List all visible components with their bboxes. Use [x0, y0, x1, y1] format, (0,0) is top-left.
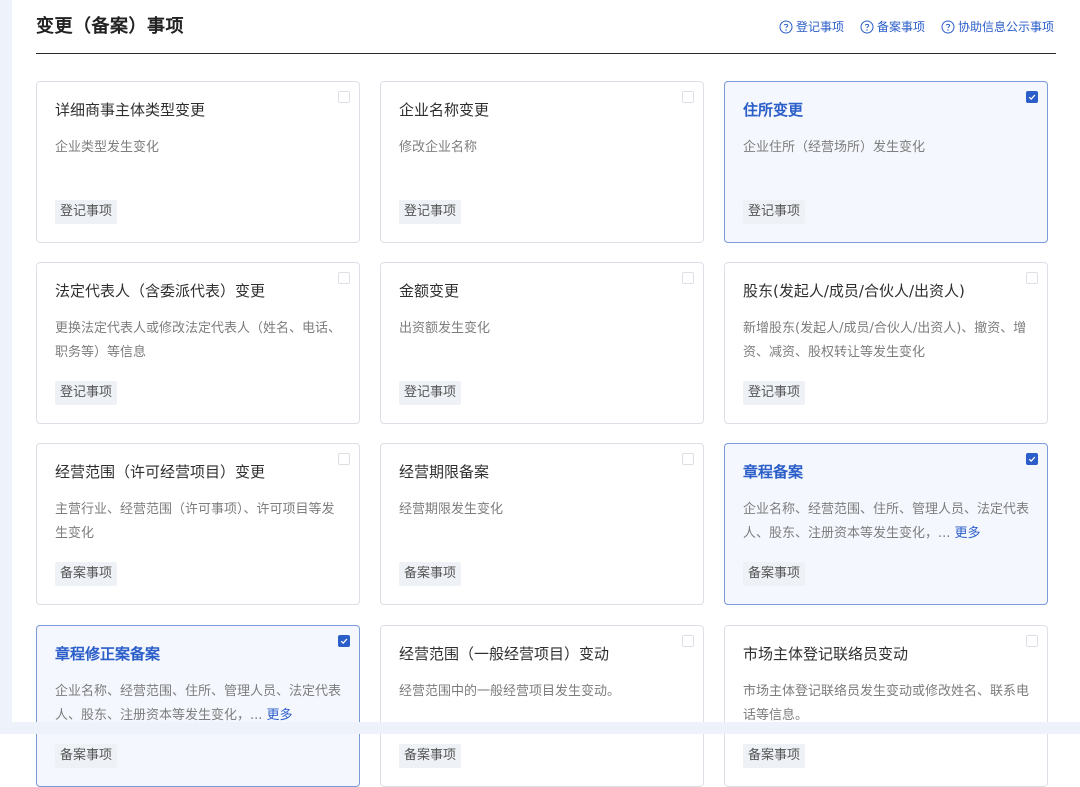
card-shareholder-change[interactable]: 股东(发起人/成员/合伙人/出资人) 新增股东(发起人/成员/合伙人/出资人)、…: [724, 262, 1048, 424]
card-description-text: 企业住所（经营场所）发生变化: [743, 140, 926, 155]
card-description: 企业名称、经营范围、住所、管理人员、法定代表人、股东、注册资本等发生变化，...…: [743, 498, 1029, 546]
card-general-scope-change[interactable]: 经营范围（一般经营项目）变动 经营范围中的一般经营项目发生变动。 备案事项: [380, 625, 704, 787]
card-description: 经营范围中的一般经营项目发生变动。: [399, 680, 685, 728]
card-description-text: 经营范围中的一般经营项目发生变动。: [399, 684, 621, 699]
page-title: 变更（备案）事项: [36, 16, 184, 37]
card-title: 市场主体登记联络员变动: [743, 645, 909, 663]
card-legal-rep-change[interactable]: 法定代表人（含委派代表）变更 更换法定代表人或修改法定代表人（姓名、电话、职务等…: [36, 262, 360, 424]
card-description-text: 主营行业、经营范围（许可事项）、许可项目等发生变化: [55, 502, 335, 541]
card-description: 经营期限发生变化: [399, 498, 685, 546]
card-checkbox[interactable]: [338, 635, 350, 647]
card-operating-term-filing[interactable]: 经营期限备案 经营期限发生变化 备案事项: [380, 443, 704, 605]
category-tag: 登记事项: [743, 381, 806, 405]
card-amount-change[interactable]: 金额变更 出资额发生变化 登记事项: [380, 262, 704, 424]
card-description: 修改企业名称: [399, 136, 685, 184]
card-title: 经营期限备案: [399, 463, 490, 481]
card-description: 新增股东(发起人/成员/合伙人/出资人)、撤资、增资、减资、股权转让等发生变化: [743, 317, 1029, 365]
question-circle-icon: [941, 20, 955, 33]
card-checkbox[interactable]: [1026, 635, 1038, 647]
check-icon: [1028, 94, 1036, 101]
card-description-text: 企业名称、经营范围、住所、管理人员、法定代表人、股东、注册资本等发生变化，...: [55, 684, 341, 723]
category-tag: 备案事项: [55, 744, 118, 768]
card-title: 经营范围（许可经营项目）变更: [55, 463, 266, 481]
card-articles-amendment-filing[interactable]: 章程修正案备案 企业名称、经营范围、住所、管理人员、法定代表人、股东、注册资本等…: [36, 625, 360, 787]
card-checkbox[interactable]: [338, 272, 350, 284]
category-tag: 登记事项: [399, 381, 462, 405]
question-circle-icon: [779, 20, 793, 33]
help-links: 登记事项 备案事项 协助信息公示事项: [779, 18, 1054, 35]
help-link-label: 登记事项: [795, 20, 844, 34]
category-tag: 登记事项: [55, 200, 118, 224]
more-link[interactable]: 更多: [955, 526, 981, 541]
card-title: 住所变更: [743, 101, 804, 119]
card-title: 详细商事主体类型变更: [55, 101, 206, 119]
category-tag: 备案事项: [743, 744, 806, 768]
category-tag: 备案事项: [399, 562, 462, 586]
question-circle-icon: [860, 20, 874, 33]
category-tag: 备案事项: [743, 562, 806, 586]
card-business-type-change[interactable]: 详细商事主体类型变更 企业类型发生变化 登记事项: [36, 81, 360, 243]
card-description-text: 市场主体登记联络员发生变动或修改姓名、联系电话等信息。: [743, 684, 1029, 723]
card-title: 章程备案: [743, 463, 804, 481]
card-description-text: 修改企业名称: [399, 140, 478, 155]
card-description: 出资额发生变化: [399, 317, 685, 365]
card-description-text: 企业名称、经营范围、住所、管理人员、法定代表人、股东、注册资本等发生变化，...: [743, 502, 1029, 541]
bottom-edge: [0, 722, 1080, 734]
card-description-text: 出资额发生变化: [399, 321, 491, 336]
card-description-text: 新增股东(发起人/成员/合伙人/出资人)、撤资、增资、减资、股权转让等发生变化: [743, 321, 1027, 360]
card-title: 经营范围（一般经营项目）变动: [399, 645, 610, 663]
card-description-text: 更换法定代表人或修改法定代表人（姓名、电话、职务等）等信息: [55, 321, 341, 360]
card-checkbox[interactable]: [682, 635, 694, 647]
card-company-name-change[interactable]: 企业名称变更 修改企业名称 登记事项: [380, 81, 704, 243]
check-icon: [1028, 456, 1036, 463]
card-description-text: 经营期限发生变化: [399, 502, 504, 517]
card-description: 主营行业、经营范围（许可事项）、许可项目等发生变化: [55, 498, 341, 546]
help-link-label: 备案事项: [876, 20, 925, 34]
card-checkbox[interactable]: [1026, 453, 1038, 465]
card-checkbox[interactable]: [682, 453, 694, 465]
help-link-disclosure[interactable]: 协助信息公示事项: [941, 18, 1054, 35]
card-title: 章程修正案备案: [55, 645, 161, 663]
card-checkbox[interactable]: [1026, 272, 1038, 284]
card-title: 企业名称变更: [399, 101, 490, 119]
section-header: 变更（备案）事项 登记事项 备案事项 协助信息公示事项: [36, 0, 1056, 54]
card-title: 法定代表人（含委派代表）变更: [55, 282, 266, 300]
card-checkbox[interactable]: [338, 453, 350, 465]
help-link-filing[interactable]: 备案事项: [860, 18, 925, 35]
card-liaison-change[interactable]: 市场主体登记联络员变动 市场主体登记联络员发生变动或修改姓名、联系电话等信息。 …: [724, 625, 1048, 787]
card-description: 市场主体登记联络员发生变动或修改姓名、联系电话等信息。: [743, 680, 1029, 728]
category-tag: 备案事项: [55, 562, 118, 586]
card-checkbox[interactable]: [338, 91, 350, 103]
card-description: 企业住所（经营场所）发生变化: [743, 136, 1029, 184]
more-link[interactable]: 更多: [267, 708, 293, 723]
card-address-change[interactable]: 住所变更 企业住所（经营场所）发生变化 登记事项: [724, 81, 1048, 243]
card-title: 金额变更: [399, 282, 460, 300]
help-link-label: 协助信息公示事项: [957, 20, 1054, 34]
card-checkbox[interactable]: [1026, 91, 1038, 103]
help-link-registration[interactable]: 登记事项: [779, 18, 844, 35]
card-checkbox[interactable]: [682, 272, 694, 284]
card-title: 股东(发起人/成员/合伙人/出资人): [743, 282, 965, 300]
card-description: 更换法定代表人或修改法定代表人（姓名、电话、职务等）等信息: [55, 317, 341, 365]
card-licensed-scope-change[interactable]: 经营范围（许可经营项目）变更 主营行业、经营范围（许可事项）、许可项目等发生变化…: [36, 443, 360, 605]
card-description: 企业类型发生变化: [55, 136, 341, 184]
category-tag: 备案事项: [399, 744, 462, 768]
category-tag: 登记事项: [399, 200, 462, 224]
card-checkbox[interactable]: [682, 91, 694, 103]
check-icon: [340, 638, 348, 645]
card-description: 企业名称、经营范围、住所、管理人员、法定代表人、股东、注册资本等发生变化，...…: [55, 680, 341, 728]
left-sidebar-edge: [0, 0, 12, 734]
category-tag: 登记事项: [743, 200, 806, 224]
card-articles-filing[interactable]: 章程备案 企业名称、经营范围、住所、管理人员、法定代表人、股东、注册资本等发生变…: [724, 443, 1048, 605]
category-tag: 登记事项: [55, 381, 118, 405]
card-description-text: 企业类型发生变化: [55, 140, 160, 155]
